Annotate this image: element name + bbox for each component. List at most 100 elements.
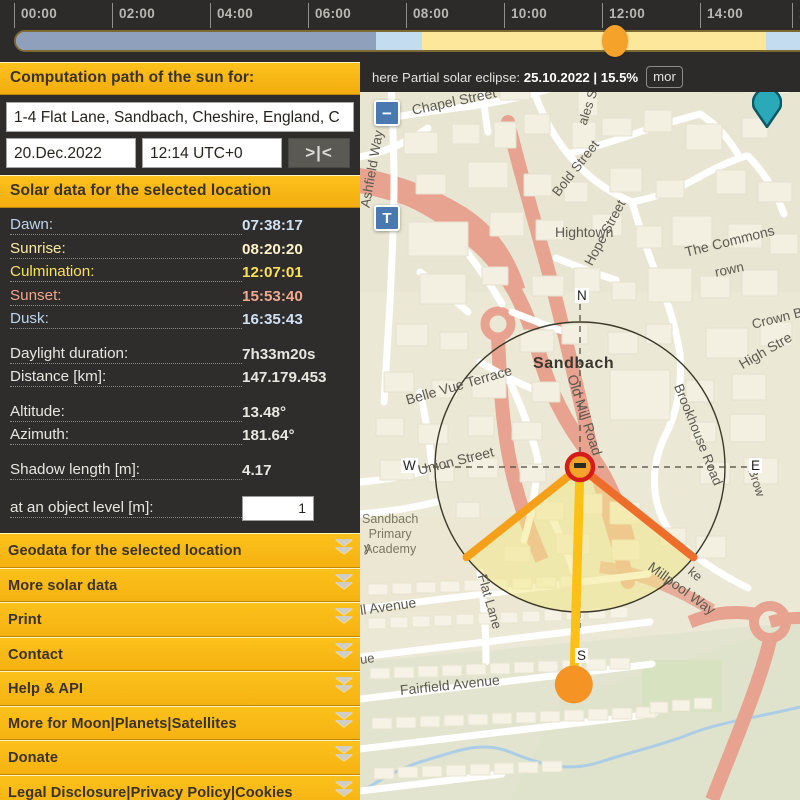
solar-data-value: 15:53:40 — [242, 287, 303, 305]
solar-data-row: Altitude: 13.48° — [10, 401, 350, 425]
address-input[interactable]: 1-4 Flat Lane, Sandbach, Cheshire, Engla… — [6, 102, 354, 132]
solar-data-header: Solar data for the selected location — [0, 175, 360, 208]
compass-label-n: N — [575, 288, 589, 303]
solar-data-label: Dawn: — [10, 216, 242, 236]
chevron-double-down-icon — [335, 677, 353, 701]
accordion-item-label: More for Moon|Planets|Satellites — [8, 715, 237, 732]
street-label: ue — [360, 650, 376, 667]
solar-data-value: 16:35:43 — [242, 311, 303, 329]
timeline-tick: 12:00 — [602, 3, 645, 28]
eclipse-text: here Partial solar eclipse: 25.10.2022 |… — [360, 70, 638, 85]
computation-header: Computation path of the sun for: — [0, 62, 360, 95]
timeline-tick: 1 — [792, 3, 800, 28]
compass-label-s: S — [575, 648, 589, 663]
solar-data-row: Sunset: 15:53:40 — [10, 285, 350, 309]
date-input[interactable]: 20.Dec.2022 — [6, 138, 136, 168]
sun-position-marker[interactable] — [554, 665, 593, 704]
solar-data-label: Culmination: — [10, 263, 242, 283]
time-input[interactable]: 12:14 UTC+0 — [142, 138, 282, 168]
accordion-menu: Geodata for the selected location More so… — [0, 533, 360, 800]
solar-data-table: Dawn: 07:38:17 Sunrise: 08:20:20 Culmination… — [0, 208, 360, 533]
timeline-segment-twilight-dawn — [376, 32, 422, 50]
city-label: Sandbach — [533, 355, 615, 372]
solar-data-value: 147.179.453 — [242, 369, 327, 387]
timeline-tick: 00:00 — [14, 3, 57, 28]
chevron-double-down-icon — [335, 711, 353, 736]
chevron-double-down-icon — [335, 746, 353, 770]
chevron-double-down-icon — [335, 539, 353, 563]
accordion-item[interactable]: Print — [0, 602, 360, 637]
chevron-double-down-icon — [335, 573, 353, 598]
accordion-item-label: Print — [8, 612, 42, 628]
accordion-item[interactable]: Legal Disclosure|Privacy Policy|Cookies — [0, 774, 360, 800]
accordion-item-label: Contact — [8, 646, 64, 663]
address-row: 1-4 Flat Lane, Sandbach, Cheshire, Engla… — [0, 95, 360, 132]
accordion-item[interactable]: Geodata for the selected location — [0, 533, 360, 568]
accordion-item[interactable]: More for Moon|Planets|Satellites — [0, 705, 360, 740]
accordion-item-label: Help & API — [8, 681, 84, 697]
accordion-item[interactable]: Contact — [0, 636, 360, 671]
step-time-button[interactable]: >|< — [288, 138, 350, 168]
timeline-tick: 14:00 — [700, 3, 743, 28]
timeline-tick-labels: 00:00 02:00 04:00 06:00 08:00 10:00 12:00 14:00… — [0, 0, 800, 28]
eclipse-notification-bar[interactable]: here Partial solar eclipse: 25.10.2022 |… — [360, 62, 800, 92]
chevron-double-down-icon — [335, 642, 353, 667]
solar-data-value: 07:38:17 — [242, 217, 303, 235]
accordion-item-label: Geodata for the selected location — [8, 543, 242, 559]
compass-label-e: E — [749, 458, 763, 473]
timeline-tick: 10:00 — [504, 3, 547, 28]
chevron-double-down-icon — [335, 780, 353, 800]
solar-data-value: 7h33m20s — [242, 345, 316, 363]
timeline-track[interactable] — [14, 30, 800, 52]
timeline-segment-night-early — [16, 32, 376, 50]
sun-time-handle[interactable] — [602, 25, 628, 57]
accordion-item[interactable]: Help & API — [0, 671, 360, 706]
solar-data-value: 08:20:20 — [242, 240, 303, 258]
timeline-segment-twilight-dusk — [766, 32, 800, 50]
timeline-tick: 02:00 — [112, 3, 155, 28]
solar-data-row: Distance [km]: 147.179.453 — [10, 366, 350, 390]
datetime-row: 20.Dec.2022 12:14 UTC+0 >|< — [0, 132, 360, 175]
solar-data-row: Dusk: 16:35:43 — [10, 308, 350, 332]
solar-data-value: 12:07:01 — [242, 264, 303, 282]
solar-data-row: Dawn: 07:38:17 — [10, 214, 350, 238]
compass-label-w: W — [401, 458, 418, 473]
timeline-tick: 06:00 — [308, 3, 351, 28]
accordion-item[interactable]: More solar data — [0, 567, 360, 602]
accordion-item-label: Legal Disclosure|Privacy Policy|Cookies — [8, 784, 293, 800]
solar-data-row: Shadow length [m]: 4.17 — [10, 459, 350, 483]
place-label: Sandbach Primary Academy — [362, 512, 419, 556]
object-level-input[interactable]: 1 — [242, 495, 314, 521]
eclipse-more-button[interactable]: mor — [646, 66, 683, 88]
accordion-item-label: More solar data — [8, 577, 118, 594]
solar-data-label: Shadow length [m]: — [10, 461, 242, 480]
eclipse-value: 25.10.2022 | 15.5% — [523, 69, 639, 85]
zoom-out-button[interactable]: − — [374, 100, 400, 126]
solar-data-label: Daylight duration: — [10, 345, 242, 364]
object-level-label: at an object level [m]: — [10, 499, 242, 518]
solar-data-label: Altitude: — [10, 403, 242, 422]
left-control-panel: Computation path of the sun for: 1-4 Fla… — [0, 62, 360, 800]
timeline-track-wrap — [14, 25, 800, 57]
solar-data-row: Culmination: 12:07:01 — [10, 261, 350, 285]
solar-data-label: Sunrise: — [10, 240, 242, 259]
timeline-tick: 08:00 — [406, 3, 449, 28]
solar-data-value: 4.17 — [242, 461, 272, 479]
solar-data-row: Azimuth: 181.64° — [10, 424, 350, 448]
solar-data-row: Sunrise: 08:20:20 — [10, 238, 350, 262]
map-canvas[interactable]: here Partial solar eclipse: 25.10.2022 |… — [360, 62, 800, 800]
solar-data-label: Dusk: — [10, 310, 242, 330]
location-pin-icon[interactable] — [751, 87, 783, 130]
time-slider-bar[interactable]: 00:00 02:00 04:00 06:00 08:00 10:00 12:00 14:00… — [0, 0, 800, 62]
solar-data-value: 13.48° — [242, 403, 287, 421]
solar-data-row: Daylight duration: 7h33m20s — [10, 343, 350, 367]
timeline-tick: 04:00 — [210, 3, 253, 28]
accordion-item[interactable]: Donate — [0, 740, 360, 775]
solar-data-value: 181.64° — [242, 427, 295, 445]
object-level-row: at an object level [m]: 1 — [10, 493, 350, 523]
location-building-glyph — [574, 463, 586, 468]
map-layers-button[interactable]: T — [374, 205, 400, 231]
solar-data-label: Distance [km]: — [10, 368, 242, 388]
eclipse-prefix: here Partial solar eclipse: — [372, 69, 524, 85]
chevron-double-down-icon — [335, 608, 353, 632]
